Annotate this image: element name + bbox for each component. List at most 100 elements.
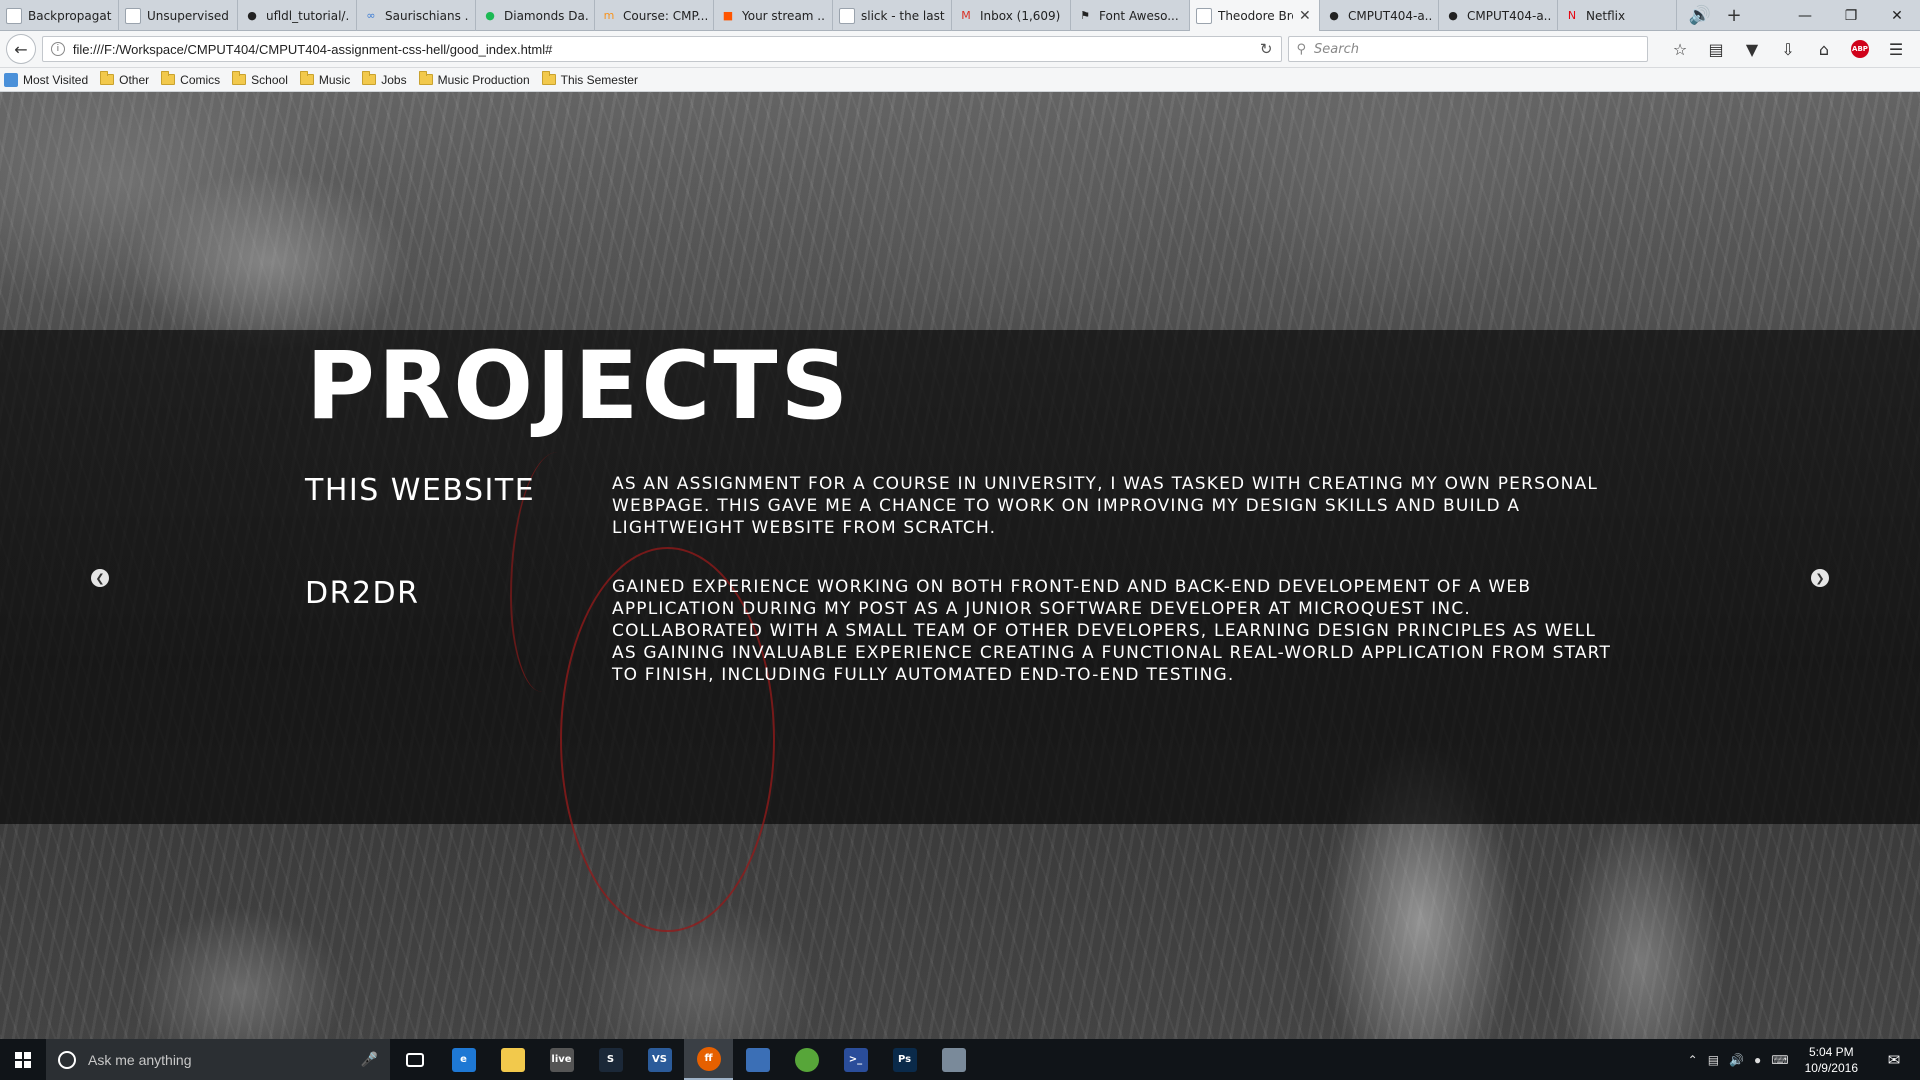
cortana-search[interactable]: Ask me anything 🎤 <box>46 1039 390 1080</box>
browser-tab[interactable]: slick - the last car... <box>833 0 952 31</box>
taskbar-app-utorrent[interactable] <box>782 1039 831 1080</box>
tab-title: CMPUT404-a... <box>1348 8 1432 23</box>
livesplit-icon: live <box>549 1047 574 1072</box>
search-input[interactable]: ⚲ Search <box>1287 36 1648 62</box>
taskbar-app-livesplit[interactable]: live <box>537 1039 586 1080</box>
app-tray-icon[interactable]: ● <box>1754 1053 1761 1067</box>
project-description: Gained experience working on both front-… <box>612 577 1612 685</box>
bookmark-star-icon[interactable]: ☆ <box>1662 34 1698 64</box>
minimize-button[interactable]: — <box>1782 0 1828 31</box>
close-window-button[interactable]: ✕ <box>1874 0 1920 31</box>
bookmark-item[interactable]: Comics <box>161 71 221 87</box>
clock[interactable]: 5:04 PM 10/9/2016 <box>1799 1044 1864 1076</box>
bookmark-item[interactable]: Music <box>299 71 351 87</box>
action-center-icon[interactable]: ✉ <box>1874 1039 1914 1080</box>
carousel-next-button[interactable]: ❯ <box>1811 569 1829 587</box>
toolbar-icons: ☆ ▤ ▼ ⇩ ⌂ ABP ☰ <box>1662 34 1914 64</box>
taskbar-app-firefox[interactable]: ff <box>684 1039 733 1080</box>
bookmark-item[interactable]: This Semester <box>541 71 638 87</box>
menu-icon[interactable]: ☰ <box>1878 34 1914 64</box>
taskbar-app-network-tool[interactable] <box>733 1039 782 1080</box>
browser-tab[interactable]: ∞ Saurischians ... <box>357 0 476 31</box>
cortana-icon <box>58 1050 76 1069</box>
chevron-up-icon[interactable]: ⌃ <box>1688 1053 1698 1067</box>
pocket-icon[interactable]: ▼ <box>1734 34 1770 64</box>
url-text[interactable]: file:///F:/Workspace/CMPUT404/CMPUT404-a… <box>73 42 1252 57</box>
tab-title: Course: CMP... <box>623 8 707 23</box>
download-icon[interactable]: ⇩ <box>1770 34 1806 64</box>
back-button[interactable]: ← <box>6 34 36 64</box>
taskbar-app-photoshop[interactable]: Ps <box>880 1039 929 1080</box>
maximize-button[interactable]: ❐ <box>1828 0 1874 31</box>
microphone-icon[interactable]: 🎤 <box>361 1051 378 1068</box>
bookmark-label: Other <box>119 72 150 87</box>
browser-tab[interactable]: Unsupervised Fea... <box>119 0 238 31</box>
browser-tab[interactable]: ● Diamonds Da... <box>476 0 595 31</box>
tab-title: Backpropagation ... <box>28 8 112 23</box>
bookmark-label: Comics <box>180 72 221 87</box>
reading-list-icon[interactable]: ▤ <box>1698 34 1734 64</box>
new-tab-button[interactable]: + <box>1717 0 1751 31</box>
taskbar-app-powershell[interactable]: >_ <box>831 1039 880 1080</box>
taskbar-app-file-explorer[interactable] <box>488 1039 537 1080</box>
taskbar-app-visual-studio[interactable]: VS <box>635 1039 684 1080</box>
netflix-icon: N <box>1567 9 1577 22</box>
tab-title: Saurischians ... <box>385 8 469 23</box>
bookmark-label: Music Production <box>437 72 530 87</box>
bookmark-item[interactable]: Most Visited <box>4 72 88 87</box>
github-icon: ● <box>247 9 257 22</box>
carousel-prev-button[interactable]: ❮ <box>91 569 109 587</box>
utorrent-icon <box>794 1047 819 1072</box>
github-icon: ● <box>1329 9 1339 22</box>
task-view-icon <box>405 1052 424 1067</box>
bookmark-label: Music <box>318 72 351 87</box>
page-content: PROJECTS THIS WEBSITE As an assignment f… <box>0 92 1920 1039</box>
page-icon <box>1196 7 1212 24</box>
browser-tab[interactable]: M Inbox (1,609) ... <box>952 0 1071 31</box>
page-icon <box>839 7 855 24</box>
page-title: PROJECTS <box>306 332 852 441</box>
reload-icon[interactable]: ↻ <box>1260 40 1273 58</box>
browser-tab[interactable]: Theodore Bro... ✕ <box>1190 0 1320 31</box>
keyboard-icon[interactable]: ⌨ <box>1771 1053 1788 1067</box>
visual-studio-icon: VS <box>647 1047 672 1072</box>
folder-icon <box>161 71 176 85</box>
tab-title: Theodore Bro... <box>1218 8 1293 23</box>
url-bar[interactable]: i file:///F:/Workspace/CMPUT404/CMPUT404… <box>41 36 1282 62</box>
browser-tab[interactable]: m Course: CMP... <box>595 0 714 31</box>
paint-tool-icon <box>941 1047 966 1072</box>
taskbar-app-paint-tool[interactable] <box>929 1039 978 1080</box>
close-tab-icon[interactable]: ✕ <box>1299 8 1313 24</box>
volume-icon[interactable]: 🔊 <box>1729 1053 1744 1067</box>
browser-tab[interactable]: Backpropagation ... <box>0 0 119 31</box>
taskbar-app-edge[interactable]: e <box>439 1039 488 1080</box>
browser-tab[interactable]: ⚑ Font Aweso... <box>1071 0 1190 31</box>
bookmark-label: Jobs <box>381 72 407 87</box>
taskbar-app-task-view[interactable] <box>390 1039 439 1080</box>
tab-controls: 🔊 + <box>1683 0 1751 30</box>
folder-icon <box>100 71 115 85</box>
tab-title: Netflix <box>1586 8 1626 23</box>
link-icon: ∞ <box>366 9 376 22</box>
adblock-icon[interactable]: ABP <box>1842 34 1878 64</box>
speaker-icon[interactable]: 🔊 <box>1683 0 1717 31</box>
windows-icon <box>15 1051 31 1068</box>
tab-title: Your stream ... <box>742 8 826 23</box>
nav-bar: ← i file:///F:/Workspace/CMPUT404/CMPUT4… <box>0 31 1920 68</box>
browser-tab[interactable]: ■ Your stream ... <box>714 0 833 31</box>
home-icon[interactable]: ⌂ <box>1806 34 1842 64</box>
network-icon[interactable]: ▤ <box>1708 1053 1719 1067</box>
browser-tab[interactable]: ● CMPUT404-a... <box>1439 0 1558 31</box>
bookmark-item[interactable]: Jobs <box>362 71 407 87</box>
start-button[interactable] <box>0 1039 46 1080</box>
soundcloud-icon: ■ <box>722 9 734 22</box>
browser-tab[interactable]: ● CMPUT404-a... <box>1320 0 1439 31</box>
bookmark-item[interactable]: School <box>232 71 288 87</box>
bookmark-item[interactable]: Other <box>100 71 150 87</box>
bookmark-item[interactable]: Music Production <box>418 71 530 87</box>
browser-tab[interactable]: N Netflix <box>1558 0 1677 31</box>
info-icon[interactable]: i <box>50 42 65 56</box>
browser-tab[interactable]: ● ufldl_tutorial/... <box>238 0 357 31</box>
cortana-placeholder: Ask me anything <box>88 1051 192 1068</box>
taskbar-app-steam[interactable]: S <box>586 1039 635 1080</box>
